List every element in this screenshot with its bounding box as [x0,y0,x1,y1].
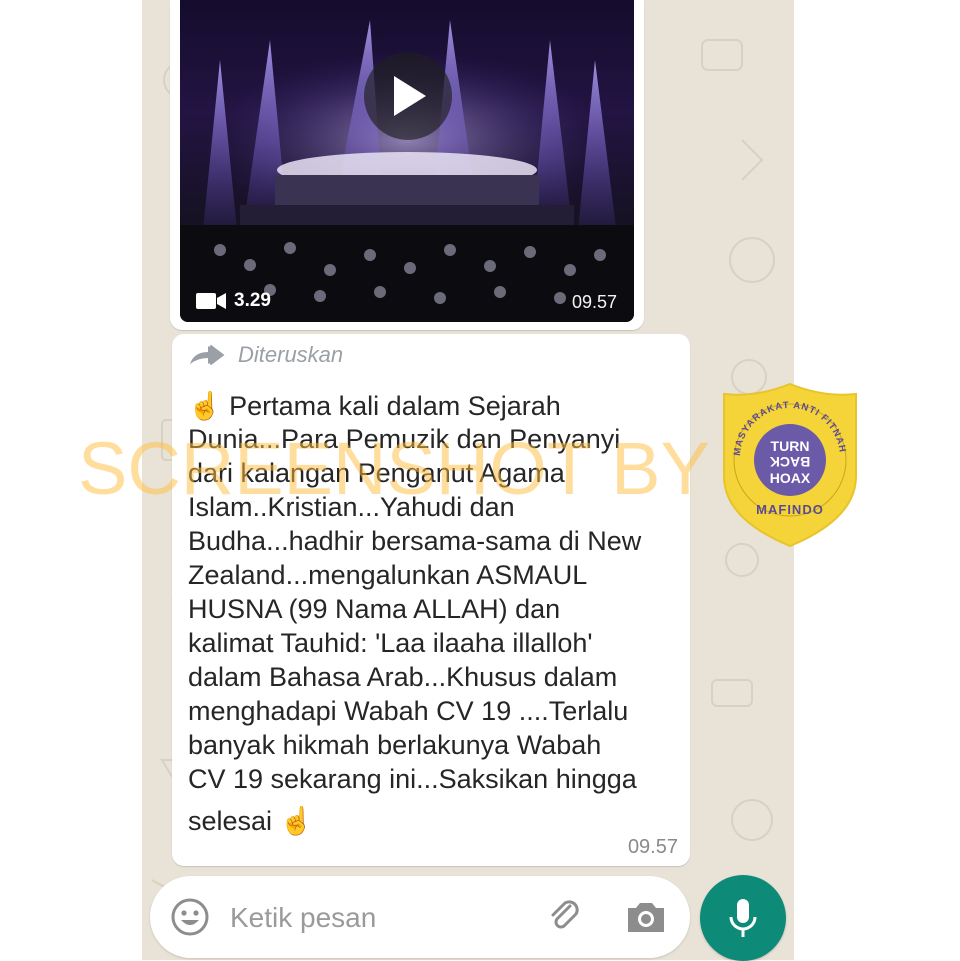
badge-back-text: BACK [769,454,811,470]
emoji-icon[interactable] [170,897,210,937]
microphone-icon [729,899,757,937]
video-thumbnail[interactable] [180,0,634,322]
video-camera-icon [196,293,226,309]
play-button[interactable] [364,52,452,140]
video-message-bubble[interactable] [170,0,644,330]
message-line: selesai ☝️ [188,806,314,836]
message-line: CV 19 sekarang ini...Saksikan hingga [188,764,637,794]
paperclip-icon[interactable] [544,896,584,936]
video-timestamp: 09.57 [572,292,618,312]
message-line: ☝️ Pertama kali dalam Sejarah [188,391,561,421]
concert-stage-image [180,20,634,322]
message-input[interactable]: Ketik pesan [230,902,376,934]
message-timestamp: 09.57 [627,836,678,858]
badge-mafindo-text: MAFINDO [756,502,824,517]
message-line: Islam..Kristian...Yahudi dan [188,492,515,522]
badge-turn-text: TURN [770,438,810,454]
video-duration-text: 3.29 [234,290,271,311]
forwarded-indicator: Diteruskan [188,342,343,368]
message-line: Zealand...mengalunkan ASMAUL [188,560,588,590]
message-line: banyak hikmah berlakunya Wabah [188,730,602,760]
play-icon [394,76,426,116]
message-line: Budha...hadhir bersama-sama di New [188,526,642,556]
forwarded-label: Diteruskan [238,342,344,367]
message-line: Dunia...Para Pemuzik dan Penyanyi [188,424,621,454]
forward-arrow-icon [190,344,225,366]
badge-hoax-text: HOAX [769,470,811,486]
message-line: menghadapi Wabah CV 19 ....Terlalu [188,696,629,726]
message-input-bar[interactable]: Ketik pesan [150,876,690,958]
microphone-button[interactable] [700,875,786,961]
text-message-bubble[interactable]: Diteruskan ☝️ Pertama kali dalam Sejarah… [172,334,690,866]
turnbackhoax-badge: MASYARAKAT ANTI FITNAH INDONESIA TURN BA… [716,372,860,550]
message-line: kalimat Tauhid: 'Laa ilaaha illalloh' [188,628,593,658]
message-line: HUSNA (99 Nama ALLAH) dan [188,594,561,624]
message-line: dalam Bahasa Arab...Khusus dalam [188,662,618,692]
camera-icon[interactable] [624,896,668,936]
message-line: dari kalangan Penganut Agama [188,458,565,488]
video-duration: 3.29 [196,290,271,312]
